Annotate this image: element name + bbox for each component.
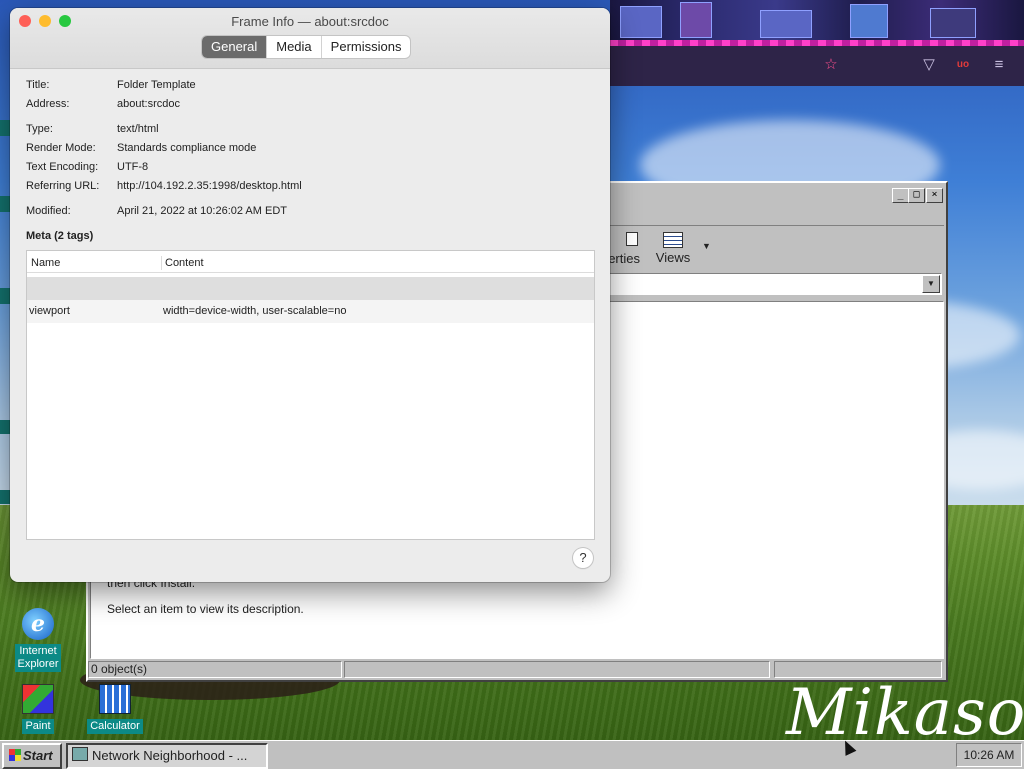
pixel-building xyxy=(850,4,888,38)
title-value: Folder Template xyxy=(117,79,196,91)
meta-table-header: Name Content xyxy=(27,254,594,273)
status-pane xyxy=(344,661,770,678)
ublock-icon[interactable]: uo xyxy=(954,56,972,74)
help-button[interactable]: ? xyxy=(573,548,593,568)
desktop-icon-paint[interactable]: Paint xyxy=(0,684,76,734)
table-row[interactable]: viewport width=device-width, user-scalab… xyxy=(27,300,594,323)
properties-label: erties xyxy=(608,251,640,266)
description-text: Select an item to view its description. xyxy=(107,602,304,616)
task-network-neighborhood[interactable]: Network Neighborhood - ... xyxy=(66,743,268,769)
views-button[interactable]: Views xyxy=(650,232,696,265)
internet-explorer-icon: e xyxy=(22,608,54,640)
meta-table: Name Content viewport width=device-width… xyxy=(26,250,595,540)
background-window-edge xyxy=(0,288,10,304)
properties-icon xyxy=(626,232,638,246)
address-dropdown-icon[interactable]: ▼ xyxy=(922,275,940,293)
taskbar: Start Network Neighborhood - ... 10:26 A… xyxy=(0,740,1024,769)
maximize-button[interactable]: □ xyxy=(908,188,925,203)
task-label: Network Neighborhood - ... xyxy=(92,748,248,763)
column-header-name[interactable]: Name xyxy=(31,257,60,269)
background-browser: ☆ ▽ uo ≡ xyxy=(610,0,1024,86)
icon-label-line: Internet xyxy=(19,645,57,657)
pixel-building xyxy=(760,10,812,38)
wallpaper-signature: Mikaso xyxy=(786,676,1024,750)
background-window-edge xyxy=(0,120,10,136)
windows-logo-icon xyxy=(9,749,21,761)
meta-content-cell: width=device-width, user-scalable=no xyxy=(163,305,347,317)
tab-permissions[interactable]: Permissions xyxy=(320,36,411,58)
encoding-label: Text Encoding: xyxy=(26,161,99,173)
table-row[interactable] xyxy=(27,277,594,300)
background-window-edge xyxy=(0,420,10,434)
window-title: Frame Info — about:srcdoc xyxy=(231,14,389,29)
meta-name-cell: viewport xyxy=(29,305,70,317)
modified-label: Modified: xyxy=(26,205,71,217)
modified-value: April 21, 2022 at 10:26:02 AM EDT xyxy=(117,205,287,217)
menu-icon[interactable]: ≡ xyxy=(990,56,1008,74)
minimize-button[interactable]: _ xyxy=(892,188,909,203)
calculator-icon xyxy=(99,684,131,714)
icon-label-line: Explorer xyxy=(17,658,59,670)
render-mode-value: Standards compliance mode xyxy=(117,142,257,154)
desktop-icon-label: Internet Explorer xyxy=(14,644,62,672)
tab-media[interactable]: Media xyxy=(266,36,320,58)
address-label: Address: xyxy=(26,98,70,110)
type-label: Type: xyxy=(26,123,53,135)
system-tray-clock[interactable]: 10:26 AM xyxy=(956,743,1022,767)
referrer-value: http://104.192.2.35:1998/desktop.html xyxy=(117,180,302,192)
render-mode-label: Render Mode: xyxy=(26,142,96,154)
column-separator xyxy=(161,256,162,270)
desktop-icon-label: Paint xyxy=(22,719,54,734)
meta-heading: Meta (2 tags) xyxy=(26,230,94,242)
desktop-icon-calculator[interactable]: Calculator xyxy=(80,684,150,734)
start-button[interactable]: Start xyxy=(2,743,62,769)
pocket-icon[interactable]: ▽ xyxy=(920,56,938,74)
referrer-label: Referring URL: xyxy=(26,180,100,192)
title-label: Title: xyxy=(26,79,50,91)
browser-toolbar: ☆ ▽ uo ≡ xyxy=(610,46,1024,86)
tab-bar: General Media Permissions xyxy=(202,36,411,58)
pixel-building xyxy=(620,6,662,38)
views-label: Views xyxy=(655,250,691,265)
network-icon xyxy=(72,747,88,761)
bookmark-star-icon[interactable]: ☆ xyxy=(822,56,840,74)
address-value: about:srcdoc xyxy=(117,98,180,110)
pixel-building xyxy=(930,8,976,38)
pixel-building xyxy=(680,2,712,38)
paint-icon xyxy=(22,684,54,714)
column-header-content[interactable]: Content xyxy=(165,257,204,269)
pixel-art-banner xyxy=(610,0,1024,46)
type-value: text/html xyxy=(117,123,159,135)
desktop-icon-internet-explorer[interactable]: e Internet Explorer xyxy=(0,608,76,672)
encoding-value: UTF-8 xyxy=(117,161,149,173)
address-input[interactable]: ▼ xyxy=(608,273,942,295)
status-bar: 0 object(s) xyxy=(88,661,942,678)
status-pane xyxy=(774,661,942,678)
views-dropdown-icon[interactable]: ▼ xyxy=(702,241,711,251)
frame-info-window: Frame Info — about:srcdoc General Media … xyxy=(10,8,610,582)
background-window-edge xyxy=(0,490,10,504)
desktop-icon-label: Calculator xyxy=(87,719,143,734)
close-button[interactable]: × xyxy=(926,188,943,203)
views-icon xyxy=(663,232,683,248)
start-label: Start xyxy=(23,748,53,763)
tab-general[interactable]: General xyxy=(202,36,267,58)
frame-info-titlebar[interactable]: Frame Info — about:srcdoc General Media … xyxy=(10,8,610,69)
background-window-edge xyxy=(0,196,10,212)
status-objects: 0 object(s) xyxy=(88,661,342,678)
